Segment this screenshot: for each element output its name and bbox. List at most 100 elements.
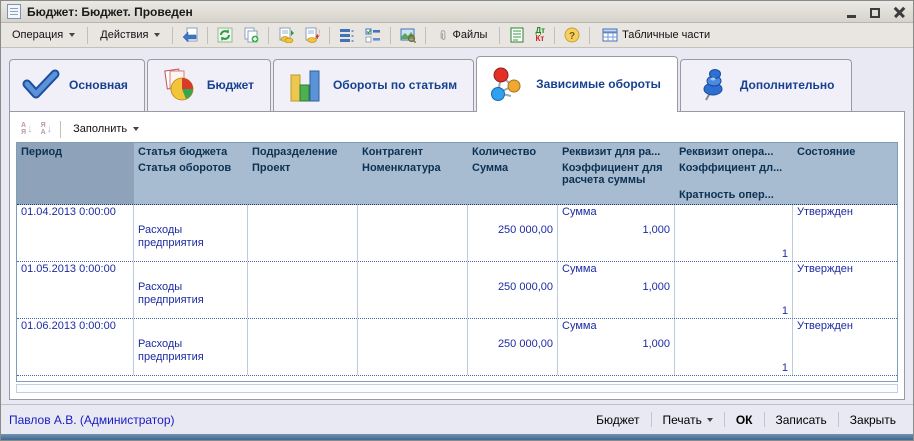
cell-calc-attribute[interactable]: Сумма1,000 bbox=[558, 205, 675, 261]
cell-operation-attribute[interactable]: 1 bbox=[675, 319, 793, 375]
cell-period[interactable]: 01.04.2013 0:00:00 bbox=[17, 205, 134, 261]
copy-button[interactable] bbox=[239, 24, 263, 46]
save-button[interactable]: Записать bbox=[767, 409, 836, 431]
ok-button[interactable]: ОК bbox=[727, 409, 762, 431]
files-button[interactable]: Файлы bbox=[431, 24, 494, 46]
cell-state[interactable]: Утвержден bbox=[793, 205, 897, 261]
tab-bar: Основная Бюджет Обороты по статьям Завис… bbox=[9, 56, 905, 111]
checklist-icon bbox=[365, 27, 381, 43]
table-row[interactable]: 01.04.2013 0:00:00 Расходы предприятия 2… bbox=[17, 205, 897, 262]
column-header-department[interactable]: ПодразделениеПроект bbox=[248, 143, 358, 204]
tab-main[interactable]: Основная bbox=[9, 59, 145, 111]
cell-contractor[interactable] bbox=[358, 319, 468, 375]
report-button[interactable] bbox=[505, 24, 529, 46]
minimize-icon bbox=[847, 15, 856, 18]
button-separator bbox=[838, 412, 839, 427]
cell-operation-attribute[interactable]: 1 bbox=[675, 205, 793, 261]
cell-department[interactable] bbox=[248, 205, 358, 261]
tab-dependent-turnovers[interactable]: Зависимые обороты bbox=[476, 56, 678, 112]
column-header-calc-attribute[interactable]: Реквизит для ра...Коэффициент для расчет… bbox=[558, 143, 675, 204]
cell-quantity-sum[interactable]: 250 000,00 bbox=[468, 205, 558, 261]
cell-period[interactable]: 01.05.2013 0:00:00 bbox=[17, 262, 134, 318]
toolbar-separator bbox=[60, 121, 61, 138]
document-movements-button[interactable] bbox=[274, 24, 298, 46]
cell-operation-attribute[interactable]: 1 bbox=[675, 262, 793, 318]
cell-period[interactable]: 01.06.2013 0:00:00 bbox=[17, 319, 134, 375]
table-row[interactable]: 01.05.2013 0:00:00 Расходы предприятия 2… bbox=[17, 262, 897, 319]
pushpin-icon bbox=[693, 67, 731, 103]
column-header-period[interactable]: Период bbox=[17, 143, 134, 204]
sort-ascending-button[interactable]: АЯ ↓ bbox=[18, 120, 36, 138]
cell-budget-article[interactable]: Расходы предприятия bbox=[134, 319, 248, 375]
column-header-operation-attribute[interactable]: Реквизит опера...Коэффициент дл...Кратно… bbox=[675, 143, 793, 204]
close-form-button[interactable]: Закрыть bbox=[841, 409, 905, 431]
column-header-state[interactable]: Состояние bbox=[793, 143, 897, 204]
cell-department[interactable] bbox=[248, 319, 358, 375]
toolbar-separator bbox=[554, 27, 555, 44]
cell-calc-attribute[interactable]: Сумма1,000 bbox=[558, 319, 675, 375]
operation-menu-label: Операция bbox=[12, 29, 63, 41]
files-label: Файлы bbox=[452, 29, 487, 41]
chevron-down-icon bbox=[133, 127, 139, 131]
tab-budget[interactable]: Бюджет bbox=[147, 59, 271, 111]
cell-quantity-sum[interactable]: 250 000,00 bbox=[468, 262, 558, 318]
tab-turnovers-by-articles[interactable]: Обороты по статьям bbox=[273, 59, 474, 111]
molecule-icon bbox=[489, 66, 527, 102]
horizontal-scrollbar[interactable] bbox=[16, 384, 898, 393]
dt-kt-icon: Дт Кт bbox=[535, 27, 545, 43]
bar-chart-icon bbox=[286, 67, 324, 103]
maximize-button[interactable] bbox=[867, 5, 883, 19]
dt-kt-button[interactable]: Дт Кт bbox=[531, 24, 549, 46]
actions-menu-label: Действия bbox=[100, 29, 148, 41]
properties-button[interactable] bbox=[361, 24, 385, 46]
column-header-quantity-sum[interactable]: КоличествоСумма bbox=[468, 143, 558, 204]
actions-menu-button[interactable]: Действия bbox=[93, 26, 167, 44]
minimize-button[interactable] bbox=[843, 5, 859, 19]
cell-quantity-sum[interactable]: 250 000,00 bbox=[468, 319, 558, 375]
form-area: Основная Бюджет Обороты по статьям Завис… bbox=[1, 48, 913, 404]
picture-view-button[interactable] bbox=[396, 24, 420, 46]
table-row[interactable]: 01.06.2013 0:00:00 Расходы предприятия 2… bbox=[17, 319, 897, 376]
cell-budget-article[interactable]: Расходы предприятия bbox=[134, 205, 248, 261]
button-separator bbox=[651, 412, 652, 427]
tab-label: Зависимые обороты bbox=[536, 77, 661, 91]
document-movements-icon bbox=[278, 27, 294, 43]
post-document-button[interactable] bbox=[178, 24, 202, 46]
table-body: 01.04.2013 0:00:00 Расходы предприятия 2… bbox=[17, 205, 897, 381]
cell-state[interactable]: Утвержден bbox=[793, 262, 897, 318]
sort-descending-button[interactable]: ЯА ↓ bbox=[38, 120, 56, 138]
arrow-down-icon: ↓ bbox=[27, 123, 33, 135]
refresh-button[interactable] bbox=[213, 24, 237, 46]
tab-additional[interactable]: Дополнительно bbox=[680, 59, 852, 111]
pie-chart-icon bbox=[160, 67, 198, 103]
copy-add-icon bbox=[243, 27, 259, 43]
cell-contractor[interactable] bbox=[358, 205, 468, 261]
cell-budget-article[interactable]: Расходы предприятия bbox=[134, 262, 248, 318]
fill-menu-button[interactable]: Заполнить bbox=[66, 120, 146, 138]
close-button[interactable] bbox=[891, 5, 907, 19]
cell-calc-attribute[interactable]: Сумма1,000 bbox=[558, 262, 675, 318]
cell-department[interactable] bbox=[248, 262, 358, 318]
print-menu-button[interactable]: Печать bbox=[654, 409, 722, 431]
help-button[interactable]: ? bbox=[560, 24, 584, 46]
refresh-icon bbox=[217, 27, 233, 43]
dependent-turnovers-table: Период Статья бюджетаСтатья оборотов Под… bbox=[16, 142, 898, 382]
column-header-budget-article[interactable]: Статья бюджетаСтатья оборотов bbox=[134, 143, 248, 204]
button-separator bbox=[724, 412, 725, 427]
column-header-contractor[interactable]: КонтрагентНоменклатура bbox=[358, 143, 468, 204]
cell-state[interactable]: Утвержден bbox=[793, 319, 897, 375]
movements-report-button[interactable] bbox=[300, 24, 324, 46]
tab-label: Обороты по статьям bbox=[333, 78, 457, 92]
operation-menu-button[interactable]: Операция bbox=[5, 26, 82, 44]
sort-ascending-icon: АЯ bbox=[21, 122, 26, 136]
help-icon: ? bbox=[564, 27, 580, 43]
cell-contractor[interactable] bbox=[358, 262, 468, 318]
table-grid-icon bbox=[602, 27, 618, 43]
subordination-structure-button[interactable] bbox=[335, 24, 359, 46]
toolbar-separator bbox=[207, 27, 208, 44]
tabular-sections-button[interactable]: Табличные части bbox=[595, 24, 717, 46]
window-bottom-edge bbox=[1, 434, 913, 440]
toolbar-separator bbox=[589, 27, 590, 44]
current-user-label: Павлов А.В. (Администратор) bbox=[9, 413, 587, 427]
budget-button[interactable]: Бюджет bbox=[587, 409, 648, 431]
